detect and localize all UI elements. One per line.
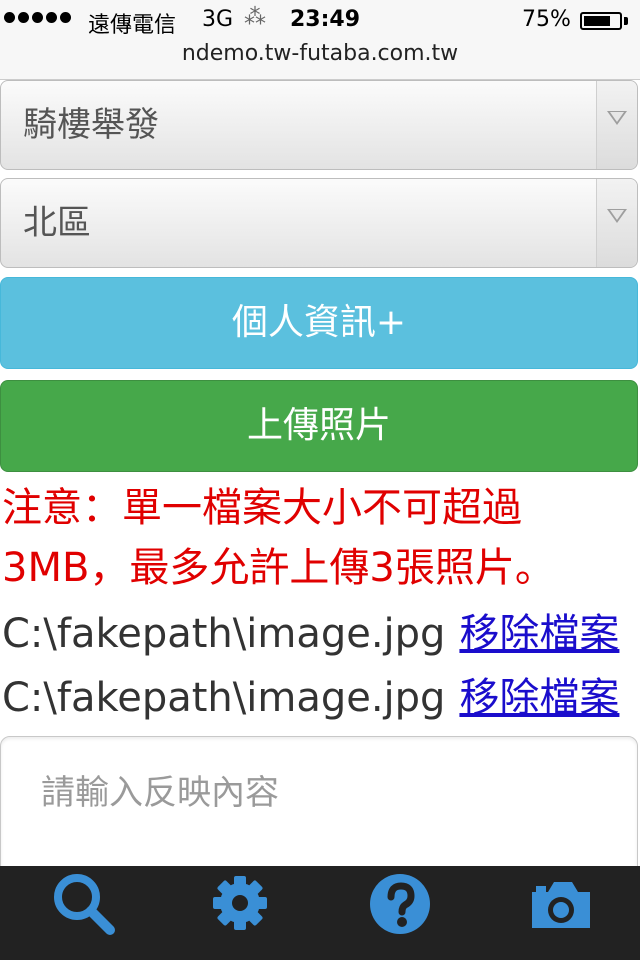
file-path: C:\fakepath\image.jpg <box>2 611 446 657</box>
personal-info-button[interactable]: 個人資訊+ <box>0 277 638 369</box>
tab-search[interactable] <box>0 866 160 960</box>
battery-tip <box>624 17 628 25</box>
file-row: C:\fakepath\image.jpg 移除檔案 <box>2 674 640 722</box>
help-icon <box>370 874 430 934</box>
content-placeholder: 請輸入反映內容 <box>41 773 279 813</box>
gear-icon <box>213 876 267 930</box>
clock: 23:49 <box>290 7 361 32</box>
remove-file-link[interactable]: 移除檔案 <box>459 611 619 657</box>
district-select[interactable]: 北區 <box>0 178 638 268</box>
upload-photo-button[interactable]: 上傳照片 <box>0 380 638 472</box>
upload-notice: 注意：單一檔案大小不可超過3MB，最多允許上傳3張照片。 <box>2 485 555 591</box>
tab-settings[interactable] <box>160 866 320 960</box>
signal-strength-icon <box>4 8 71 23</box>
battery-percentage: 75% <box>522 7 571 32</box>
bottom-tab-bar <box>0 866 640 960</box>
category-select-value: 騎樓舉發 <box>23 105 159 145</box>
category-select[interactable]: 騎樓舉發 <box>0 80 638 170</box>
network-type: 3G <box>202 7 234 32</box>
file-row: C:\fakepath\image.jpg 移除檔案 <box>2 610 640 658</box>
camera-icon <box>532 882 590 928</box>
url-bar[interactable]: ndemo.tw-futaba.com.tw <box>0 40 640 80</box>
status-bar: 遠傳電信 3G ⁂ 23:49 75% <box>0 0 640 40</box>
file-path: C:\fakepath\image.jpg <box>2 675 446 721</box>
chevron-down-icon <box>596 81 637 169</box>
chevron-down-icon <box>596 179 637 267</box>
district-select-value: 北區 <box>23 203 91 243</box>
tab-camera[interactable] <box>480 866 640 960</box>
url-text: ndemo.tw-futaba.com.tw <box>181 41 459 66</box>
search-icon <box>54 874 115 935</box>
remove-file-link[interactable]: 移除檔案 <box>459 675 619 721</box>
tab-help[interactable] <box>320 866 480 960</box>
battery-icon <box>580 12 622 30</box>
carrier-name: 遠傳電信 <box>88 13 177 38</box>
activity-icon: ⁂ <box>244 5 266 30</box>
